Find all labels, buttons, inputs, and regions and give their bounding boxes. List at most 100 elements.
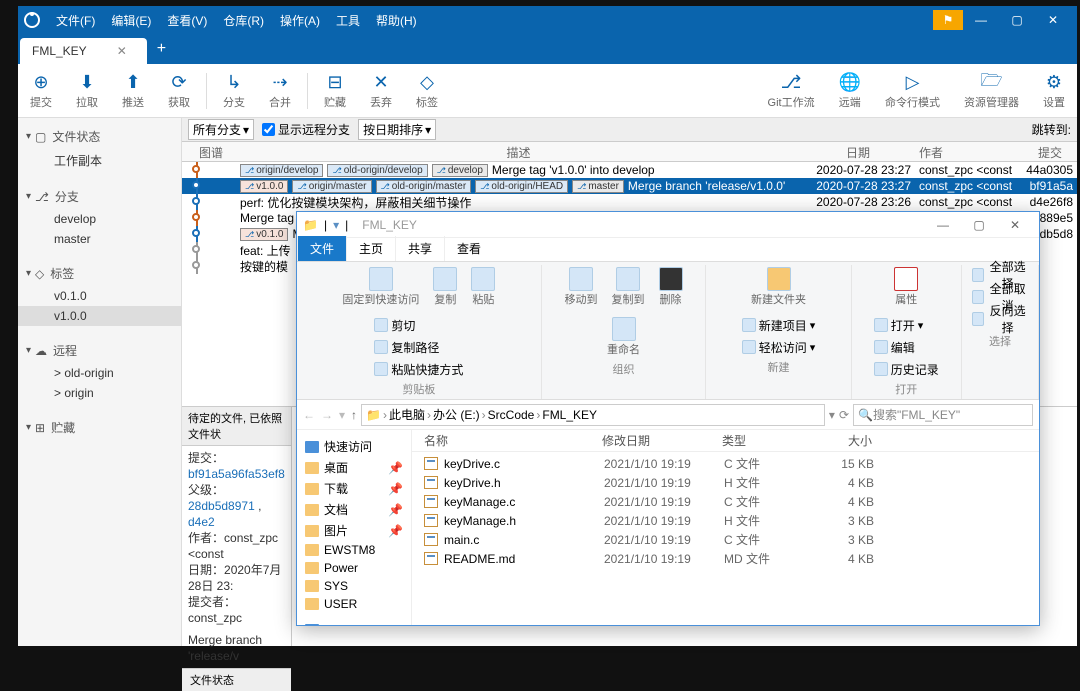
file-row[interactable]: README.md2021/1/10 19:19MD 文件4 KB bbox=[412, 549, 1039, 568]
toolbar-资源管理器[interactable]: 🗁资源管理器 bbox=[952, 72, 1031, 110]
rename-button[interactable]: 重命名 bbox=[603, 315, 644, 359]
search-input[interactable]: 🔍 搜索"FML_KEY" bbox=[853, 404, 1033, 426]
branch-tag[interactable]: ⎇develop bbox=[432, 164, 488, 177]
nav-item-快速访问[interactable]: 快速访问 bbox=[301, 436, 407, 457]
side-group-分支[interactable]: ▾⎇分支 bbox=[18, 184, 181, 209]
paste-button[interactable]: 粘贴 bbox=[467, 265, 499, 309]
menu-item[interactable]: 工具 bbox=[328, 12, 368, 29]
ribbon-tab-主页[interactable]: 主页 bbox=[346, 236, 395, 261]
sidebar-item[interactable]: v1.0.0 bbox=[18, 306, 181, 326]
toolbar-分支[interactable]: ↳分支 bbox=[211, 72, 257, 110]
nav-item-OneDrive[interactable]: OneDrive bbox=[301, 621, 407, 625]
address-path[interactable]: 📁›此电脑›办公 (E:)›SrcCode›FML_KEY bbox=[361, 404, 825, 426]
sidebar-item[interactable]: 工作副本 bbox=[18, 149, 181, 172]
commit-row[interactable]: ⎇origin/develop⎇old-origin/develop⎇devel… bbox=[182, 162, 1077, 178]
add-tab-button[interactable]: + bbox=[147, 34, 176, 64]
sidebar-item[interactable]: v0.1.0 bbox=[18, 286, 181, 306]
nav-item-EWSTM8[interactable]: EWSTM8 bbox=[301, 541, 407, 559]
pin-to-quick-access-button[interactable]: 固定到快速访问 bbox=[338, 265, 423, 309]
nav-item-桌面[interactable]: 桌面📌 bbox=[301, 457, 407, 478]
sidebar-item[interactable]: > old-origin bbox=[18, 363, 181, 383]
copy-button[interactable]: 复制 bbox=[429, 265, 461, 309]
menu-item[interactable]: 文件(F) bbox=[48, 12, 103, 29]
history-button[interactable]: 历史记录 bbox=[870, 359, 943, 379]
branch-tag[interactable]: ⎇v0.1.0 bbox=[240, 228, 288, 241]
notification-flag-icon[interactable]: ⚑ bbox=[933, 10, 963, 30]
forward-button[interactable]: → bbox=[321, 408, 333, 422]
delete-button[interactable]: 删除 bbox=[655, 265, 687, 309]
copy-to-button[interactable]: 复制到 bbox=[608, 265, 649, 309]
sidebar-item[interactable]: > origin bbox=[18, 383, 181, 403]
refresh-button[interactable]: ⟳ bbox=[839, 408, 849, 422]
toolbar-丢弃[interactable]: ✕丢弃 bbox=[358, 72, 404, 110]
paste-shortcut-button[interactable]: 粘贴快捷方式 bbox=[370, 359, 467, 379]
properties-button[interactable]: 属性 bbox=[890, 265, 922, 309]
sort-dropdown[interactable]: 按日期排序▾ bbox=[358, 119, 436, 140]
toolbar-合并[interactable]: ⇢合并 bbox=[257, 72, 303, 110]
show-remote-checkbox[interactable]: 显示远程分支 bbox=[262, 121, 350, 138]
tab-close-icon[interactable]: ✕ bbox=[117, 44, 127, 58]
exp-minimize-button[interactable]: — bbox=[925, 211, 961, 239]
toolbar-获取[interactable]: ⟳获取 bbox=[156, 72, 202, 110]
file-row[interactable]: keyManage.c2021/1/10 19:19C 文件4 KB bbox=[412, 492, 1039, 511]
file-row[interactable]: keyDrive.c2021/1/10 19:19C 文件15 KB bbox=[412, 454, 1039, 473]
side-group-文件状态[interactable]: ▾▢文件状态 bbox=[18, 124, 181, 149]
nav-item-SYS[interactable]: SYS bbox=[301, 577, 407, 595]
file-row[interactable]: keyManage.h2021/1/10 19:19H 文件3 KB bbox=[412, 511, 1039, 530]
invert-selection-button[interactable]: 反向选择 bbox=[968, 309, 1032, 329]
toolbar-贮藏[interactable]: ⊟贮藏 bbox=[312, 72, 358, 110]
nav-item-Power[interactable]: Power bbox=[301, 559, 407, 577]
side-group-标签[interactable]: ▾◇标签 bbox=[18, 261, 181, 286]
side-group-远程[interactable]: ▾☁远程 bbox=[18, 338, 181, 363]
repo-tab[interactable]: FML_KEY ✕ bbox=[20, 38, 147, 64]
col-size[interactable]: 大小 bbox=[812, 432, 882, 449]
sidebar-item[interactable]: develop bbox=[18, 209, 181, 229]
commit-row[interactable]: perf: 优化按键模块架构，屏蔽相关细节操作2020-07-28 23:26c… bbox=[182, 194, 1077, 210]
col-date[interactable]: 修改日期 bbox=[602, 432, 722, 449]
menu-item[interactable]: 操作(A) bbox=[272, 12, 328, 29]
ribbon-tab-共享[interactable]: 共享 bbox=[395, 236, 444, 261]
toolbar-远端[interactable]: 🌐远端 bbox=[827, 72, 873, 110]
toolbar-提交[interactable]: ⊕提交 bbox=[18, 72, 64, 110]
exp-close-button[interactable]: ✕ bbox=[997, 211, 1033, 239]
new-folder-button[interactable]: 新建文件夹 bbox=[747, 265, 810, 309]
ribbon-tab-查看[interactable]: 查看 bbox=[444, 236, 493, 261]
branch-tag[interactable]: ⎇old-origin/HEAD bbox=[475, 180, 568, 193]
back-button[interactable]: ← bbox=[303, 408, 315, 422]
minimize-button[interactable]: — bbox=[963, 6, 999, 34]
toolbar-拉取[interactable]: ⬇拉取 bbox=[64, 72, 110, 110]
sidebar-item[interactable]: master bbox=[18, 229, 181, 249]
breadcrumb-segment[interactable]: FML_KEY bbox=[542, 408, 597, 422]
addr-dropdown-icon[interactable]: ▾ bbox=[829, 408, 835, 422]
file-row[interactable]: main.c2021/1/10 19:19C 文件3 KB bbox=[412, 530, 1039, 549]
branch-tag[interactable]: ⎇origin/master bbox=[292, 180, 371, 193]
nav-item-下载[interactable]: 下载📌 bbox=[301, 478, 407, 499]
branch-tag[interactable]: ⎇v1.0.0 bbox=[240, 180, 288, 193]
nav-item-图片[interactable]: 图片📌 bbox=[301, 520, 407, 541]
copy-path-button[interactable]: 复制路径 bbox=[370, 337, 467, 357]
move-to-button[interactable]: 移动到 bbox=[561, 265, 602, 309]
easy-access-button[interactable]: 轻松访问 ▾ bbox=[738, 337, 820, 357]
menu-item[interactable]: 查看(V) bbox=[159, 12, 215, 29]
col-type[interactable]: 类型 bbox=[722, 432, 812, 449]
exp-maximize-button[interactable]: ▢ bbox=[961, 211, 997, 239]
nav-item-文档[interactable]: 文档📌 bbox=[301, 499, 407, 520]
side-group-贮藏[interactable]: ▾⊞贮藏 bbox=[18, 415, 181, 440]
toolbar-设置[interactable]: ⚙设置 bbox=[1031, 72, 1077, 110]
maximize-button[interactable]: ▢ bbox=[999, 6, 1035, 34]
commit-row[interactable]: ⎇v1.0.0⎇origin/master⎇old-origin/master⎇… bbox=[182, 178, 1077, 194]
close-button[interactable]: ✕ bbox=[1035, 6, 1071, 34]
nav-item-USER[interactable]: USER bbox=[301, 595, 407, 613]
breadcrumb-segment[interactable]: 办公 (E:) bbox=[433, 406, 480, 423]
branch-filter-dropdown[interactable]: 所有分支▾ bbox=[188, 119, 254, 140]
breadcrumb-segment[interactable]: SrcCode bbox=[488, 408, 535, 422]
menu-item[interactable]: 编辑(E) bbox=[103, 12, 159, 29]
file-row[interactable]: keyDrive.h2021/1/10 19:19H 文件4 KB bbox=[412, 473, 1039, 492]
branch-tag[interactable]: ⎇origin/develop bbox=[240, 164, 323, 177]
up-button[interactable]: ↑ bbox=[351, 408, 357, 422]
menu-item[interactable]: 仓库(R) bbox=[215, 12, 272, 29]
toolbar-标签[interactable]: ◇标签 bbox=[404, 72, 450, 110]
toolbar-命令行模式[interactable]: ▷命令行模式 bbox=[873, 72, 952, 110]
open-button[interactable]: 打开 ▾ bbox=[870, 315, 943, 335]
toolbar-推送[interactable]: ⬆推送 bbox=[110, 72, 156, 110]
